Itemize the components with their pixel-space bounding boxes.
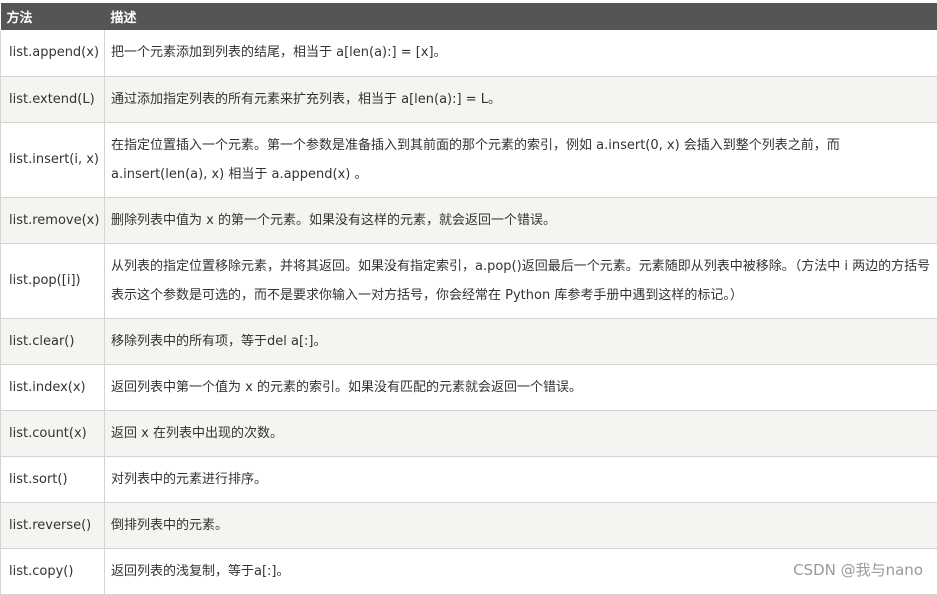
table-row: list.extend(L) 通过添加指定列表的所有元素来扩充列表，相当于 a[… xyxy=(1,76,937,122)
description-cell: 对列表中的元素进行排序。 xyxy=(105,456,937,502)
method-cell: list.count(x) xyxy=(1,410,105,456)
description-cell: 从列表的指定位置移除元素，并将其返回。如果没有指定索引，a.pop()返回最后一… xyxy=(105,243,937,318)
table-row: list.insert(i, x) 在指定位置插入一个元素。第一个参数是准备插入… xyxy=(1,122,937,197)
description-cell: 把一个元素添加到列表的结尾，相当于 a[len(a):] = [x]。 xyxy=(105,30,937,76)
watermark: CSDN @我与nano xyxy=(793,559,923,580)
table-row: list.index(x) 返回列表中第一个值为 x 的元素的索引。如果没有匹配… xyxy=(1,364,937,410)
method-cell: list.append(x) xyxy=(1,30,105,76)
method-cell: list.copy() xyxy=(1,548,105,594)
description-cell: 通过添加指定列表的所有元素来扩充列表，相当于 a[len(a):] = L。 xyxy=(105,76,937,122)
method-cell: list.index(x) xyxy=(1,364,105,410)
table-row: list.clear() 移除列表中的所有项，等于del a[:]。 xyxy=(1,318,937,364)
method-cell: list.reverse() xyxy=(1,502,105,548)
table-row: list.remove(x) 删除列表中值为 x 的第一个元素。如果没有这样的元… xyxy=(1,197,937,243)
description-cell: 返回 x 在列表中出现的次数。 xyxy=(105,410,937,456)
header-description: 描述 xyxy=(105,3,937,30)
description-cell: 在指定位置插入一个元素。第一个参数是准备插入到其前面的那个元素的索引，例如 a.… xyxy=(105,122,937,197)
table-row: list.sort() 对列表中的元素进行排序。 xyxy=(1,456,937,502)
header-method: 方法 xyxy=(1,3,105,30)
description-cell: 返回列表中第一个值为 x 的元素的索引。如果没有匹配的元素就会返回一个错误。 xyxy=(105,364,937,410)
table-row: list.pop([i]) 从列表的指定位置移除元素，并将其返回。如果没有指定索… xyxy=(1,243,937,318)
method-cell: list.extend(L) xyxy=(1,76,105,122)
method-cell: list.insert(i, x) xyxy=(1,122,105,197)
description-cell: 移除列表中的所有项，等于del a[:]。 xyxy=(105,318,937,364)
table-header-row: 方法 描述 xyxy=(1,3,937,30)
method-cell: list.remove(x) xyxy=(1,197,105,243)
methods-table: 方法 描述 list.append(x) 把一个元素添加到列表的结尾，相当于 a… xyxy=(0,3,937,595)
description-cell: 删除列表中值为 x 的第一个元素。如果没有这样的元素，就会返回一个错误。 xyxy=(105,197,937,243)
method-cell: list.pop([i]) xyxy=(1,243,105,318)
table-row: list.append(x) 把一个元素添加到列表的结尾，相当于 a[len(a… xyxy=(1,30,937,76)
method-cell: list.clear() xyxy=(1,318,105,364)
table-row: list.reverse() 倒排列表中的元素。 xyxy=(1,502,937,548)
description-cell: 倒排列表中的元素。 xyxy=(105,502,937,548)
method-cell: list.sort() xyxy=(1,456,105,502)
table-row: list.count(x) 返回 x 在列表中出现的次数。 xyxy=(1,410,937,456)
